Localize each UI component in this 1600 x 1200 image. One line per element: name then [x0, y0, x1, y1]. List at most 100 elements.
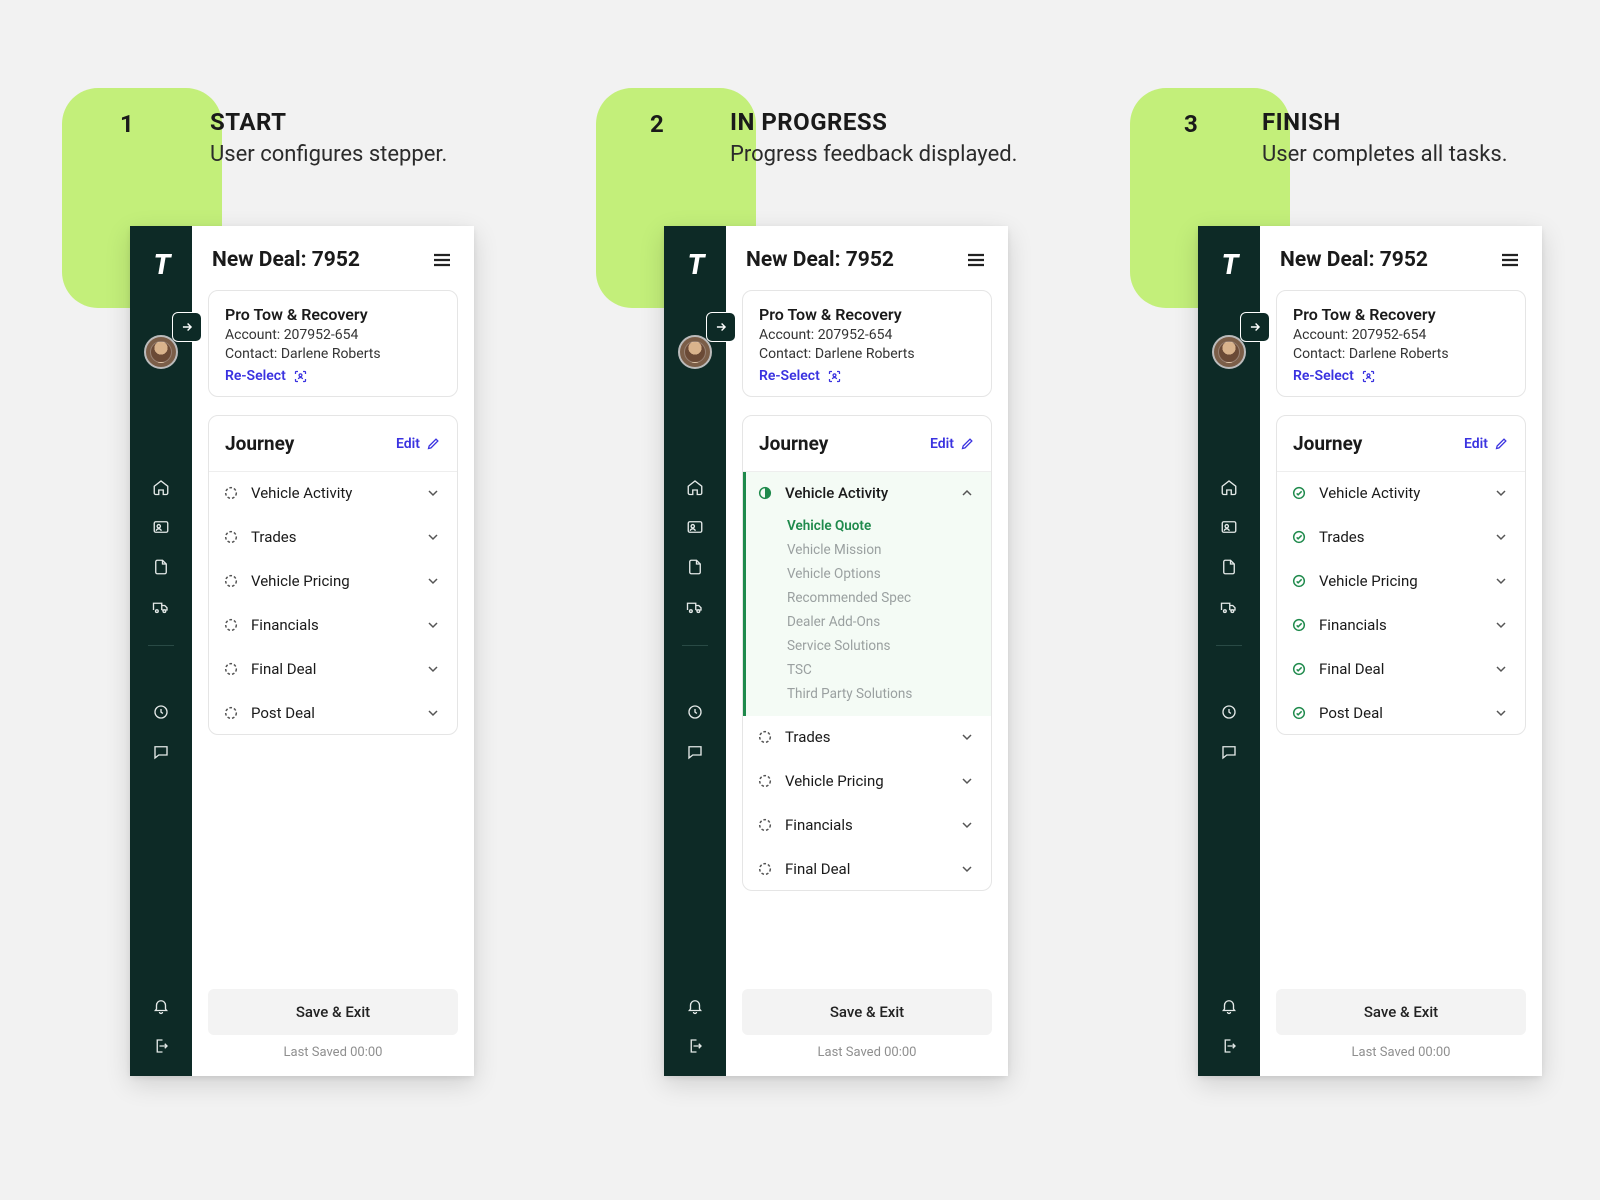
journey-title: Journey — [759, 432, 828, 455]
truck-icon[interactable] — [151, 597, 171, 617]
journey-subitem[interactable]: Dealer Add-Ons — [787, 610, 975, 634]
journey-item[interactable]: Financials — [1277, 602, 1525, 646]
menu-button[interactable] — [430, 248, 454, 272]
journey-card: Journey Edit Vehicle Activity Trades — [208, 415, 458, 735]
journey-item[interactable]: Vehicle Pricing — [1277, 558, 1525, 602]
journey-item-label: Vehicle Activity — [251, 484, 413, 502]
bell-icon[interactable] — [151, 996, 171, 1016]
journey-item-label: Vehicle Activity — [1319, 484, 1481, 502]
logout-icon[interactable] — [685, 1036, 705, 1056]
step-subtitle: User completes all tasks. — [1262, 142, 1508, 167]
journey-subitem[interactable]: Service Solutions — [787, 634, 975, 658]
edit-journey-link[interactable]: Edit — [396, 436, 441, 452]
status-complete-icon — [1291, 485, 1307, 501]
journey-item[interactable]: Trades — [1277, 514, 1525, 558]
chevron-down-icon — [1493, 485, 1509, 501]
step-title: START — [210, 108, 447, 136]
contact-card-icon[interactable] — [151, 517, 171, 537]
arrow-right-icon — [180, 320, 194, 334]
home-icon[interactable] — [685, 477, 705, 497]
chevron-down-icon — [1493, 661, 1509, 677]
sidebar: T — [664, 226, 726, 1076]
contact-card-icon[interactable] — [685, 517, 705, 537]
save-exit-button[interactable]: Save & Exit — [208, 989, 458, 1035]
logout-icon[interactable] — [151, 1036, 171, 1056]
journey-subitem[interactable]: Vehicle Options — [787, 562, 975, 586]
home-icon[interactable] — [1219, 477, 1239, 497]
journey-subitem[interactable]: Recommended Spec — [787, 586, 975, 610]
clock-icon[interactable] — [151, 702, 171, 722]
customer-info-card: Pro Tow & Recovery Account: 207952-654 C… — [208, 290, 458, 397]
journey-subitem[interactable]: TSC — [787, 658, 975, 682]
journey-item[interactable]: Post Deal — [209, 690, 457, 734]
chevron-down-icon — [1493, 617, 1509, 633]
journey-item[interactable]: Vehicle Activity — [1277, 472, 1525, 514]
status-complete-icon — [1291, 661, 1307, 677]
menu-button[interactable] — [1498, 248, 1522, 272]
journey-item[interactable]: Vehicle Pricing — [743, 758, 991, 802]
save-exit-button[interactable]: Save & Exit — [742, 989, 992, 1035]
step-number: 1 — [120, 110, 134, 138]
journey-item[interactable]: Trades — [743, 716, 991, 758]
logout-icon[interactable] — [1219, 1036, 1239, 1056]
status-pending-icon — [757, 817, 773, 833]
step-number: 2 — [650, 110, 664, 138]
journey-item[interactable]: Final Deal — [743, 846, 991, 890]
journey-item[interactable]: Vehicle Pricing — [209, 558, 457, 602]
journey-item-active[interactable]: Vehicle Activity — [743, 472, 991, 514]
scan-icon — [293, 369, 308, 384]
journey-subitem[interactable]: Third Party Solutions — [787, 682, 975, 706]
chat-icon[interactable] — [151, 742, 171, 762]
save-exit-button[interactable]: Save & Exit — [1276, 989, 1526, 1035]
edit-journey-link[interactable]: Edit — [1464, 436, 1509, 452]
reselect-link[interactable]: Re-Select — [759, 368, 842, 384]
page-title: New Deal: 7952 — [212, 248, 360, 272]
app-logo: T — [1222, 248, 1237, 281]
main-content: New Deal: 7952 Pro Tow & Recovery Accoun… — [192, 226, 474, 1076]
reselect-link[interactable]: Re-Select — [1293, 368, 1376, 384]
home-icon[interactable] — [151, 477, 171, 497]
edit-journey-link[interactable]: Edit — [930, 436, 975, 452]
journey-subitems: Vehicle Quote Vehicle Mission Vehicle Op… — [743, 514, 991, 716]
chevron-down-icon — [959, 817, 975, 833]
bell-icon[interactable] — [685, 996, 705, 1016]
journey-item[interactable]: Trades — [209, 514, 457, 558]
journey-item-label: Vehicle Pricing — [1319, 572, 1481, 590]
expand-sidebar-button[interactable] — [706, 312, 736, 342]
chevron-up-icon — [959, 485, 975, 501]
chevron-down-icon — [425, 661, 441, 677]
journey-item[interactable]: Final Deal — [1277, 646, 1525, 690]
chat-icon[interactable] — [685, 742, 705, 762]
truck-icon[interactable] — [685, 597, 705, 617]
chat-icon[interactable] — [1219, 742, 1239, 762]
journey-item[interactable]: Vehicle Activity — [209, 472, 457, 514]
journey-item[interactable]: Financials — [743, 802, 991, 846]
sidebar: T — [1198, 226, 1260, 1076]
customer-account: Account: 207952-654 — [759, 327, 975, 343]
truck-icon[interactable] — [1219, 597, 1239, 617]
expand-sidebar-button[interactable] — [1240, 312, 1270, 342]
step-subtitle: User configures stepper. — [210, 142, 447, 167]
journey-item-label: Final Deal — [785, 860, 947, 878]
contact-card-icon[interactable] — [1219, 517, 1239, 537]
app-panel-start: T New Deal: — [130, 226, 474, 1076]
reselect-link[interactable]: Re-Select — [225, 368, 308, 384]
scan-icon — [1361, 369, 1376, 384]
document-icon[interactable] — [1219, 557, 1239, 577]
chevron-down-icon — [425, 485, 441, 501]
document-icon[interactable] — [151, 557, 171, 577]
journey-card: Journey Edit Vehicle Activity Vehicle Qu… — [742, 415, 992, 891]
hamburger-icon — [1498, 248, 1522, 272]
journey-item[interactable]: Post Deal — [1277, 690, 1525, 734]
journey-item-label: Trades — [785, 728, 947, 746]
bell-icon[interactable] — [1219, 996, 1239, 1016]
expand-sidebar-button[interactable] — [172, 312, 202, 342]
document-icon[interactable] — [685, 557, 705, 577]
journey-item[interactable]: Final Deal — [209, 646, 457, 690]
clock-icon[interactable] — [685, 702, 705, 722]
journey-subitem[interactable]: Vehicle Quote — [787, 514, 975, 538]
clock-icon[interactable] — [1219, 702, 1239, 722]
menu-button[interactable] — [964, 248, 988, 272]
journey-item[interactable]: Financials — [209, 602, 457, 646]
journey-subitem[interactable]: Vehicle Mission — [787, 538, 975, 562]
